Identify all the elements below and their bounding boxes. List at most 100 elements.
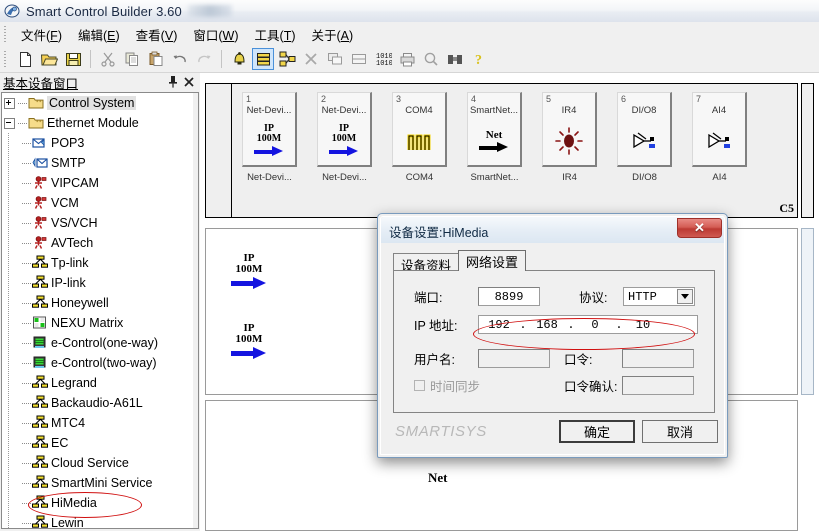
delete-icon[interactable] [300,48,322,70]
cut-icon[interactable] [97,48,119,70]
open-icon[interactable] [38,48,60,70]
new-icon[interactable] [14,48,36,70]
dialog-close-button[interactable]: ✕ [677,218,722,238]
binary-icon[interactable]: 1010 1010 [372,48,394,70]
menu-about[interactable]: 关于(A) [304,22,362,47]
slot-card[interactable]: 2 Net-Devi... IP 100M [317,92,372,167]
tree-item-e-control-one-way[interactable]: e-Control(one-way) [2,333,193,353]
cancel-button[interactable]: 取消 [642,420,718,443]
menubar-grip-handle[interactable] [1,25,9,43]
rack-slot-6[interactable]: 6 DI/O8 DI/O8 [617,92,672,183]
slot-card[interactable]: 5 IR4 [542,92,597,167]
duplicate-icon[interactable] [324,48,346,70]
tree-item-avtech[interactable]: AVTech [2,233,193,253]
print-icon[interactable] [396,48,418,70]
properties-icon[interactable] [348,48,370,70]
password-field-row: 口令: [564,349,694,368]
ok-button[interactable]: 确定 [559,420,635,443]
tree-item-ip-link[interactable]: IP-link [2,273,193,293]
binoculars-icon[interactable] [444,48,466,70]
redo-icon[interactable] [193,48,215,70]
ip-octet-3[interactable]: 0 [575,318,615,332]
paste-icon[interactable] [145,48,167,70]
tree-item-legrand[interactable]: Legrand [2,373,193,393]
ip-octet-1[interactable]: 192 [479,318,519,332]
close-icon[interactable] [184,76,194,89]
tree-item-himedia[interactable]: HiMedia [2,493,193,513]
ip-octet-4[interactable]: 10 [623,318,663,332]
rack-slot-4[interactable]: 4 SmartNet... Net SmartNet... [467,92,522,183]
tree-item-pop3[interactable]: POP3 [2,133,193,153]
chevron-down-icon[interactable] [677,289,693,304]
menu-edit[interactable]: 编辑(E) [70,22,128,47]
rack-slot-3[interactable]: 3 COM4 COM4 [392,92,447,183]
zoom-icon[interactable] [420,48,442,70]
tree-item-smtp[interactable]: SMTP [2,153,193,173]
tree-item-e-control-two-way[interactable]: e-Control(two-way) [2,353,193,373]
menu-file[interactable]: 文件(F) [13,22,70,47]
username-input[interactable] [478,349,550,368]
time-sync-checkbox[interactable] [414,380,425,391]
rack-canvas-scrollbar[interactable] [801,83,814,218]
protocol-select[interactable]: HTTP [623,287,695,306]
bell-icon[interactable] [228,48,250,70]
rack-slot-5[interactable]: 5 IR4 IR4 [542,92,597,183]
menu-view[interactable]: 查看(V) [128,22,186,47]
port-input[interactable]: 8899 [478,287,540,306]
pin-icon[interactable] [168,75,178,90]
tab-network-settings[interactable]: 网络设置 [458,250,527,271]
device-settings-dialog[interactable]: 设备设置:HiMedia ✕ 设备资料 网络设置 端口: 8899 协议: HT… [377,213,728,458]
device-tree[interactable]: Control System Ethernet Module POP3 SMTP VIP… [1,92,193,529]
tree-item-ec[interactable]: EC [2,433,193,453]
tree-item-vcm[interactable]: VCM [2,193,193,213]
slot-card[interactable]: 1 Net-Devi... IP 100M [242,92,297,167]
help-icon[interactable]: ? [468,48,490,70]
tree-item-label: VCM [51,196,79,210]
tree-item-vipcam[interactable]: VIPCAM [2,173,193,193]
tree-item-ethernet-module[interactable]: Ethernet Module [2,113,193,133]
camera-person-icon [32,215,48,231]
tree-item-tp-link[interactable]: Tp-link [2,253,193,273]
password-input[interactable] [622,349,694,368]
menu-window[interactable]: 窗口(W) [185,22,246,47]
tree-item-nexu-matrix[interactable]: NEXU Matrix [2,313,193,333]
rack-slot-7[interactable]: 7 AI4 AI4 [692,92,747,183]
tree-item-control-system[interactable]: Control System [2,93,193,113]
tree-item-backaudio-a61l[interactable]: Backaudio-A61L [2,393,193,413]
slot-card[interactable]: 6 DI/O8 [617,92,672,167]
toolbar-grip-handle[interactable] [1,50,9,68]
ip-address-input[interactable]: 192 . 168 . 0 . 10 [478,315,698,334]
tree-vertical-scrollbar[interactable] [193,92,199,529]
protocol-label: 协议: [579,291,608,305]
slot-card[interactable]: 3 COM4 [392,92,447,167]
diagram-canvas-scrollbar[interactable] [801,228,814,395]
tree-expander-icon[interactable] [4,117,15,129]
tree-item-cloud-service[interactable]: Cloud Service [2,453,193,473]
tree-connector [8,133,9,153]
tree-item-lewin[interactable]: Lewin [2,513,193,528]
tree-item-vs-vch[interactable]: VS/VCH [2,213,193,233]
tree-item-mtc4[interactable]: MTC4 [2,413,193,433]
network-tree-icon[interactable] [276,48,298,70]
slot-card[interactable]: 7 AI4 [692,92,747,167]
rack-canvas[interactable]: 1 Net-Devi... IP 100M Net-Devi... 2 Net-Devi..… [205,83,798,218]
rack-slot-2[interactable]: 2 Net-Devi... IP 100M Net-Devi... [317,92,372,183]
device-list-icon[interactable] [252,48,274,70]
network-settings-page: 端口: 8899 协议: HTTP IP 地址: 192 . 168 . 0 .… [393,270,715,413]
slot-card[interactable]: 4 SmartNet... Net [467,92,522,167]
tree-connector [22,322,32,324]
tree-item-honeywell[interactable]: Honeywell [2,293,193,313]
mail-out-icon [32,155,48,171]
tree-item-label: Backaudio-A61L [51,396,143,410]
undo-icon[interactable] [169,48,191,70]
tab-device-info[interactable]: 设备资料 [393,253,460,273]
tree-item-smartmini-service[interactable]: SmartMini Service [2,473,193,493]
tree-expander-icon[interactable] [4,97,15,109]
menu-tools[interactable]: 工具(T) [247,22,304,47]
time-sync-row[interactable]: 时间同步 [414,376,480,395]
save-icon[interactable] [62,48,84,70]
password-confirm-input[interactable] [622,376,694,395]
ip-octet-2[interactable]: 168 [527,318,567,332]
rack-slot-1[interactable]: 1 Net-Devi... IP 100M Net-Devi... [242,92,297,183]
copy-icon[interactable] [121,48,143,70]
